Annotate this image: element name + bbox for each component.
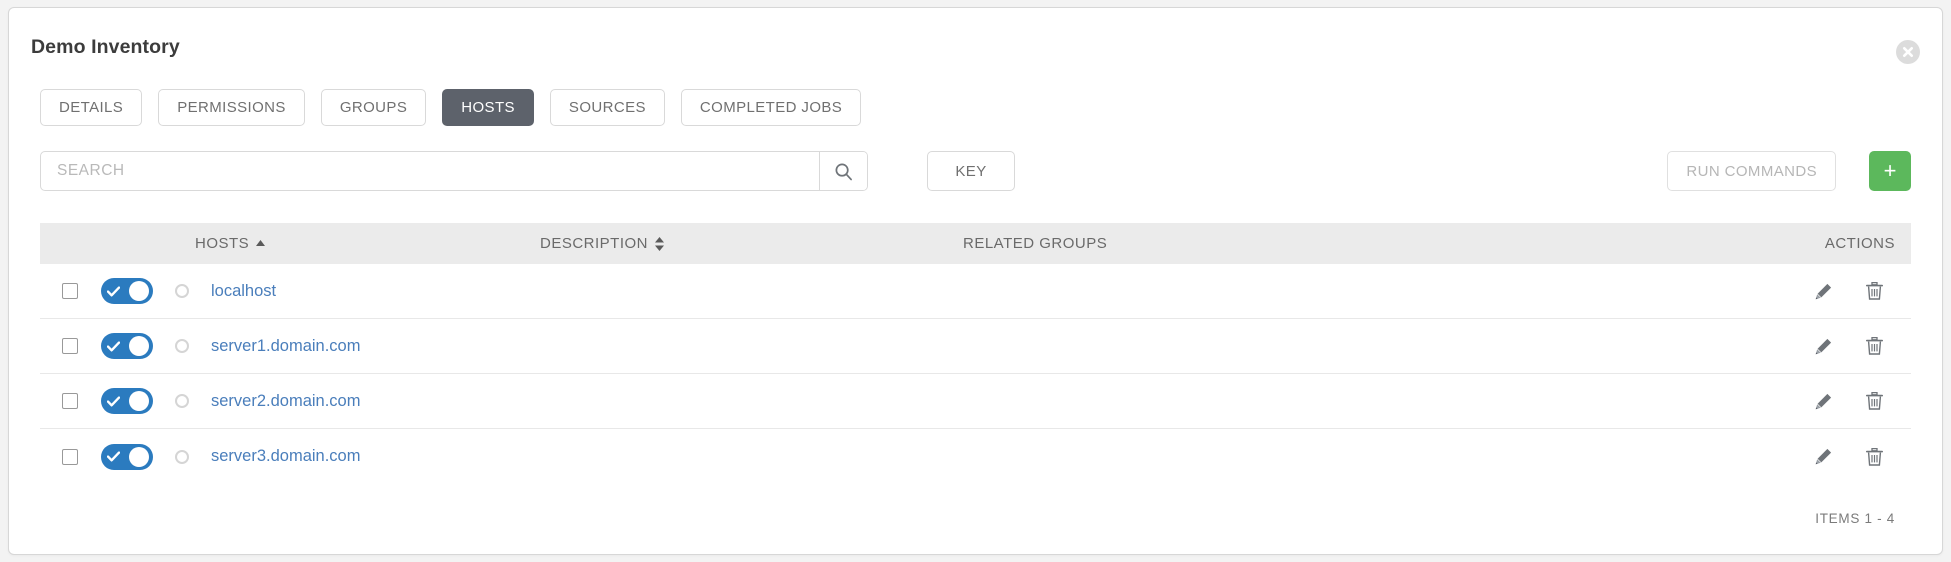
tab-permissions[interactable]: PERMISSIONS [158,89,305,126]
row-checkbox[interactable] [62,393,78,409]
host-status-indicator-icon [175,284,189,298]
actions-cell [1751,447,1911,466]
column-header-description[interactable]: DESCRIPTION [480,235,920,252]
inventory-card: Demo Inventory DETAILS PERMISSIONS GROUP… [8,7,1943,555]
items-count-label: ITEMS 1 - 4 [1815,511,1895,526]
host-enabled-toggle[interactable] [101,278,153,304]
hosts-table: HOSTS DESCRIPTION RELATED GROUPS ACTIONS… [40,223,1911,484]
edit-icon[interactable] [1815,338,1832,355]
table-row: localhost [40,264,1911,319]
actions-cell [1751,392,1911,410]
search-input[interactable] [41,152,819,190]
add-host-button[interactable]: + [1869,151,1911,191]
host-cell: localhost [40,278,480,304]
sort-both-icon [655,236,665,251]
table-row: server3.domain.com [40,429,1911,484]
edit-icon[interactable] [1815,448,1832,465]
delete-icon[interactable] [1866,282,1883,300]
toggle-knob [129,446,149,467]
host-cell: server3.domain.com [40,443,480,470]
edit-icon[interactable] [1815,393,1832,410]
row-checkbox[interactable] [62,283,78,299]
host-status-indicator-icon [175,394,189,408]
tab-completed-jobs[interactable]: COMPLETED JOBS [680,89,862,126]
search-icon[interactable] [819,152,867,190]
close-icon[interactable] [1896,40,1920,64]
table-row: server2.domain.com [40,374,1911,429]
column-header-hosts-label: HOSTS [195,235,250,252]
host-name-link[interactable]: server3.domain.com [211,447,360,466]
host-status-indicator-icon [175,339,189,353]
page-title: Demo Inventory [31,36,180,58]
delete-icon[interactable] [1866,447,1883,466]
column-header-related-groups-label: RELATED GROUPS [963,235,1108,252]
actions-cell [1751,337,1911,355]
host-name-link[interactable]: server1.domain.com [211,337,360,356]
delete-icon[interactable] [1866,337,1883,355]
column-header-related-groups: RELATED GROUPS [920,235,1751,252]
tab-bar: DETAILS PERMISSIONS GROUPS HOSTS SOURCES… [40,89,862,126]
tab-groups[interactable]: GROUPS [320,89,427,126]
page-root: Demo Inventory DETAILS PERMISSIONS GROUP… [0,0,1951,562]
run-commands-button[interactable]: RUN COMMANDS [1667,151,1836,191]
host-enabled-toggle[interactable] [101,388,153,414]
toolbar: KEY RUN COMMANDS + [40,151,1911,191]
column-header-actions: ACTIONS [1751,235,1911,252]
column-header-hosts[interactable]: HOSTS [40,235,480,252]
tab-sources[interactable]: SOURCES [549,89,665,126]
host-name-link[interactable]: localhost [211,282,276,301]
actions-cell [1751,282,1911,300]
table-header-row: HOSTS DESCRIPTION RELATED GROUPS ACTIONS [40,223,1911,264]
host-cell: server1.domain.com [40,333,480,359]
search-box [40,151,868,191]
toggle-knob [129,336,149,356]
host-enabled-toggle[interactable] [101,333,153,359]
key-button[interactable]: KEY [927,151,1015,191]
tab-details[interactable]: DETAILS [40,89,143,126]
tab-hosts[interactable]: HOSTS [442,89,534,126]
column-header-description-label: DESCRIPTION [540,235,649,252]
host-enabled-toggle[interactable] [101,443,153,470]
host-name-link[interactable]: server2.domain.com [211,392,360,411]
row-checkbox[interactable] [62,448,78,465]
toggle-knob [129,281,149,301]
column-header-actions-label: ACTIONS [1824,235,1895,252]
row-checkbox[interactable] [62,338,78,354]
toggle-knob [129,391,149,411]
delete-icon[interactable] [1866,392,1883,410]
sort-ascending-icon [256,240,266,247]
table-row: server1.domain.com [40,319,1911,374]
host-status-indicator-icon [175,449,189,464]
host-cell: server2.domain.com [40,388,480,414]
edit-icon[interactable] [1815,283,1832,300]
